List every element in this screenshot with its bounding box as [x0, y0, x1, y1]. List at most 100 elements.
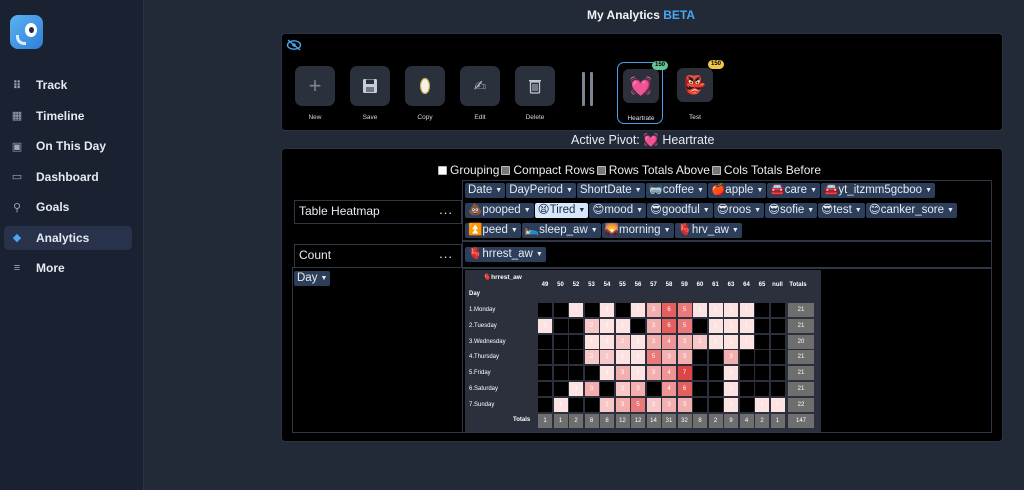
caret-down-icon: ▼	[535, 251, 543, 258]
pivot-card-heartrate[interactable]: 💓 150 Heartrate	[617, 61, 668, 124]
compact-rows-checkbox[interactable]	[501, 165, 511, 175]
field-chip[interactable]: ⏫peed ▼	[465, 223, 521, 238]
row-label: 2.Tuesday	[469, 322, 497, 329]
sidebar-item-track[interactable]: ⠿ Track	[4, 73, 132, 97]
sidebar-item-label: On This Day	[36, 139, 107, 153]
renderer-select[interactable]: Table Heatmap ...	[294, 200, 462, 224]
sidebar-item-goals[interactable]: ⚲ Goals	[4, 195, 132, 219]
column-total: 31	[662, 413, 676, 428]
field-chip[interactable]: 😎roos ▼	[713, 203, 765, 218]
aggregator-select[interactable]: Count ...	[294, 244, 462, 268]
sidebar-item-timeline[interactable]: ▦ Timeline	[4, 104, 132, 128]
caret-down-icon: ▼	[636, 207, 644, 214]
row-total: 21	[788, 350, 814, 365]
field-chip[interactable]: Date ▼	[465, 183, 506, 198]
heat-cell	[569, 366, 583, 381]
heat-cell	[708, 350, 723, 365]
caret-down-icon: ▼	[756, 187, 764, 194]
field-chip[interactable]: 😫Tired ▼	[534, 203, 589, 218]
column-header: 57	[650, 282, 657, 288]
heat-cell	[569, 334, 583, 349]
rows-totals-above-checkbox[interactable]	[596, 165, 606, 175]
delete-button[interactable]: Delete	[515, 66, 555, 121]
field-chip[interactable]: 🍎apple ▼	[707, 183, 767, 198]
field-chip-label: 💩pooped	[468, 204, 521, 216]
eye-slash-icon[interactable]	[286, 39, 304, 53]
heat-cell: 1	[631, 350, 645, 365]
field-chip[interactable]: 🫀hrv_aw ▼	[674, 223, 742, 238]
heat-cell	[755, 318, 769, 333]
field-chip[interactable]: 🥽coffee ▼	[645, 183, 707, 198]
heat-cell: 2	[600, 397, 614, 412]
totals-column-header: Totals	[789, 282, 807, 288]
field-chip[interactable]: 💩pooped ▼	[465, 203, 534, 218]
field-chip[interactable]: 🚘yt_itzmm5gcboo ▼	[821, 183, 936, 198]
heat-cell: 6	[662, 318, 676, 333]
caret-down-icon: ▼	[634, 187, 642, 194]
more-icon[interactable]: ...	[439, 246, 453, 261]
field-chip[interactable]: DayPeriod ▼	[506, 183, 576, 198]
field-chip[interactable]: 🌄morning ▼	[601, 223, 674, 238]
edit-button[interactable]: ✍ Edit	[460, 66, 500, 121]
pivot-toolbar: + New Save Copy ✍ Edit Delete 💓 150 Hear…	[281, 33, 1003, 131]
rocket-icon: ⚲	[12, 201, 22, 214]
pivot-table-panel: Grouping Compact Rows Rows Totals Above …	[281, 148, 1003, 442]
column-header: 59	[681, 282, 688, 288]
caret-down-icon: ▼	[590, 227, 598, 234]
heat-cell: 5	[646, 350, 661, 365]
field-chip-label: 😎sofie	[768, 204, 805, 216]
pivot-card-test[interactable]: 👺 150 Test	[672, 60, 724, 124]
sidebar-item-on-this-day[interactable]: ▣ On This Day	[4, 134, 132, 158]
grouping-label: Grouping	[450, 163, 500, 177]
field-chip[interactable]: 😎goodful ▼	[647, 203, 713, 218]
heat-cell	[615, 303, 630, 317]
column-total: 12	[615, 413, 630, 428]
heat-cell: 1	[631, 334, 645, 349]
sidebar-item-dashboard[interactable]: ▭ Dashboard	[4, 165, 132, 189]
sidebar-item-more[interactable]: ≡ More	[4, 256, 132, 280]
heat-cell	[646, 382, 661, 396]
field-chip[interactable]: 😊canker_sore ▼	[865, 203, 957, 218]
sidebar-item-analytics[interactable]: ◆ Analytics	[4, 225, 132, 250]
more-icon[interactable]: ...	[439, 202, 453, 217]
column-total: 1	[538, 413, 552, 428]
field-chip[interactable]: ShortDate ▼	[576, 183, 645, 198]
heat-cell	[693, 318, 707, 333]
app-logo[interactable]	[10, 15, 43, 49]
field-chip[interactable]: 😎sofie ▼	[765, 203, 818, 218]
column-total: 2	[569, 413, 583, 428]
heat-cell	[708, 397, 723, 412]
field-chip[interactable]: 😎test ▼	[818, 203, 865, 218]
field-chip[interactable]: 😊mood ▼	[589, 203, 647, 218]
field-chip[interactable]: 🫀hrrest_aw ▼	[465, 247, 546, 262]
field-chip[interactable]: Day ▼	[294, 271, 331, 286]
caret-down-icon: ▼	[523, 207, 531, 214]
field-chip-label: 🚘care	[770, 184, 808, 196]
row-label: 4.Thursday	[469, 354, 500, 361]
grouping-checkbox[interactable]	[438, 165, 447, 175]
heat-cell: 3	[584, 382, 599, 396]
copy-button[interactable]: Copy	[405, 66, 445, 121]
heat-cell	[755, 382, 769, 396]
heat-cell	[553, 303, 568, 317]
heat-cell	[739, 382, 754, 396]
column-total: 4	[739, 413, 754, 428]
column-total: 32	[677, 413, 692, 428]
cols-totals-before-checkbox[interactable]	[711, 165, 721, 175]
heat-cell: 1	[631, 366, 645, 381]
heat-cell	[739, 397, 754, 412]
heat-cell: 4	[662, 334, 676, 349]
field-chip[interactable]: 🚘care ▼	[767, 183, 821, 198]
heat-cell: 1	[770, 397, 785, 412]
caret-down-icon: ▼	[946, 207, 954, 214]
column-header: null	[772, 282, 783, 288]
heat-cell: 1	[693, 303, 707, 317]
heat-cell	[553, 318, 568, 333]
caret-down-icon: ▼	[754, 207, 762, 214]
column-header: 58	[665, 282, 673, 288]
heat-cell: 1	[755, 397, 769, 412]
heat-cell: 3	[615, 366, 630, 381]
save-button[interactable]: Save	[350, 66, 390, 121]
field-chip[interactable]: 🛌sleep_aw ▼	[521, 223, 601, 238]
new-button[interactable]: + New	[295, 66, 335, 121]
